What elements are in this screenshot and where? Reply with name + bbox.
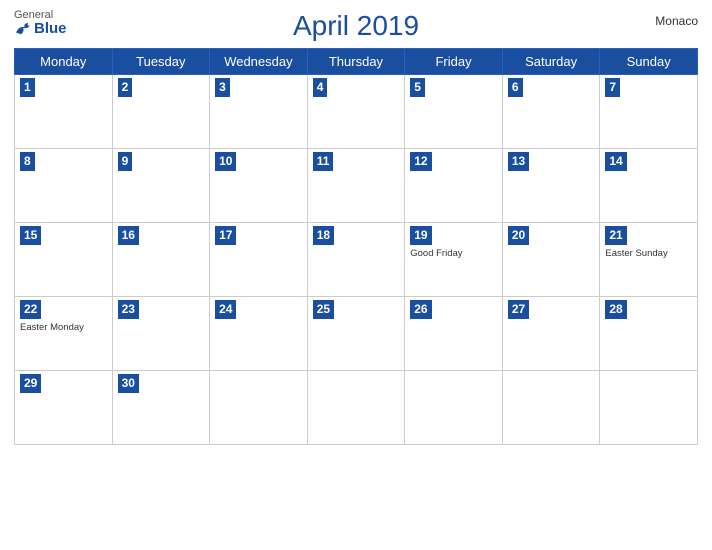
- table-cell: 22 Easter Monday: [15, 297, 113, 371]
- weekday-tuesday: Tuesday: [112, 49, 210, 75]
- day-number: 23: [118, 300, 139, 319]
- day-number: 12: [410, 152, 431, 171]
- calendar-title-block: April 2019: [293, 10, 419, 42]
- table-cell: 2: [112, 75, 210, 149]
- table-cell: 18: [307, 223, 405, 297]
- table-cell: 16: [112, 223, 210, 297]
- table-cell: 21 Easter Sunday: [600, 223, 698, 297]
- weekday-friday: Friday: [405, 49, 503, 75]
- table-cell: 1: [15, 75, 113, 149]
- day-number: 19: [410, 226, 431, 245]
- table-cell: 23: [112, 297, 210, 371]
- day-number: 5: [410, 78, 425, 97]
- table-cell: 9: [112, 149, 210, 223]
- week-row-3: 15 16 17 18 19 Good Friday 20 21 Easter Sunday: [15, 223, 698, 297]
- day-number: 22: [20, 300, 41, 319]
- table-cell: 24: [210, 297, 308, 371]
- calendar-table: Monday Tuesday Wednesday Thursday Friday…: [14, 48, 698, 445]
- table-cell: 4: [307, 75, 405, 149]
- week-row-2: 8 9 10 11 12 13 14: [15, 149, 698, 223]
- table-cell: 29: [15, 371, 113, 445]
- weekday-wednesday: Wednesday: [210, 49, 308, 75]
- calendar-body: 12345678910111213141516171819Good Friday…: [15, 75, 698, 445]
- table-cell: [210, 371, 308, 445]
- day-number: 2: [118, 78, 133, 97]
- day-number: 10: [215, 152, 236, 171]
- day-number: 11: [313, 152, 334, 171]
- day-number: 21: [605, 226, 626, 245]
- table-cell: 11: [307, 149, 405, 223]
- day-number: 6: [508, 78, 523, 97]
- table-cell: 25: [307, 297, 405, 371]
- day-event: Good Friday: [410, 248, 497, 259]
- logo-bird-icon: [14, 22, 32, 36]
- table-cell: 19 Good Friday: [405, 223, 503, 297]
- weekday-header-row: Monday Tuesday Wednesday Thursday Friday…: [15, 49, 698, 75]
- day-number: 14: [605, 152, 626, 171]
- logo-blue-text: Blue: [14, 21, 67, 36]
- table-cell: 6: [502, 75, 600, 149]
- day-number: 7: [605, 78, 620, 97]
- day-number: 27: [508, 300, 529, 319]
- table-cell: 30: [112, 371, 210, 445]
- day-number: 1: [20, 78, 35, 97]
- day-number: 18: [313, 226, 334, 245]
- country-label: Monaco: [655, 14, 698, 28]
- table-cell: 20: [502, 223, 600, 297]
- day-number: 25: [313, 300, 334, 319]
- table-cell: 13: [502, 149, 600, 223]
- calendar-container: General Blue April 2019 Monaco Monday Tu…: [0, 0, 712, 550]
- table-cell: 17: [210, 223, 308, 297]
- day-event: Easter Monday: [20, 322, 107, 333]
- day-number: 30: [118, 374, 139, 393]
- weekday-monday: Monday: [15, 49, 113, 75]
- table-cell: 15: [15, 223, 113, 297]
- week-row-5: 29 30: [15, 371, 698, 445]
- table-cell: 10: [210, 149, 308, 223]
- day-number: 9: [118, 152, 133, 171]
- week-row-1: 1 2 3 4 5 6 7: [15, 75, 698, 149]
- table-cell: 5: [405, 75, 503, 149]
- table-cell: [307, 371, 405, 445]
- table-cell: 28: [600, 297, 698, 371]
- calendar-header: General Blue April 2019 Monaco: [14, 10, 698, 42]
- table-cell: [502, 371, 600, 445]
- logo: General Blue: [14, 10, 67, 36]
- day-number: 28: [605, 300, 626, 319]
- table-cell: [405, 371, 503, 445]
- day-number: 3: [215, 78, 230, 97]
- table-cell: 3: [210, 75, 308, 149]
- table-cell: 26: [405, 297, 503, 371]
- calendar-title: April 2019: [293, 10, 419, 42]
- table-cell: [600, 371, 698, 445]
- table-cell: 8: [15, 149, 113, 223]
- day-number: 20: [508, 226, 529, 245]
- week-row-4: 22 Easter Monday 23 24 25 26 27 28: [15, 297, 698, 371]
- table-cell: 7: [600, 75, 698, 149]
- day-number: 16: [118, 226, 139, 245]
- day-number: 13: [508, 152, 529, 171]
- weekday-saturday: Saturday: [502, 49, 600, 75]
- day-number: 29: [20, 374, 41, 393]
- table-cell: 27: [502, 297, 600, 371]
- day-number: 26: [410, 300, 431, 319]
- day-event: Easter Sunday: [605, 248, 692, 259]
- weekday-thursday: Thursday: [307, 49, 405, 75]
- table-cell: 14: [600, 149, 698, 223]
- day-number: 17: [215, 226, 236, 245]
- table-cell: 12: [405, 149, 503, 223]
- weekday-sunday: Sunday: [600, 49, 698, 75]
- day-number: 24: [215, 300, 236, 319]
- day-number: 4: [313, 78, 328, 97]
- day-number: 8: [20, 152, 35, 171]
- day-number: 15: [20, 226, 41, 245]
